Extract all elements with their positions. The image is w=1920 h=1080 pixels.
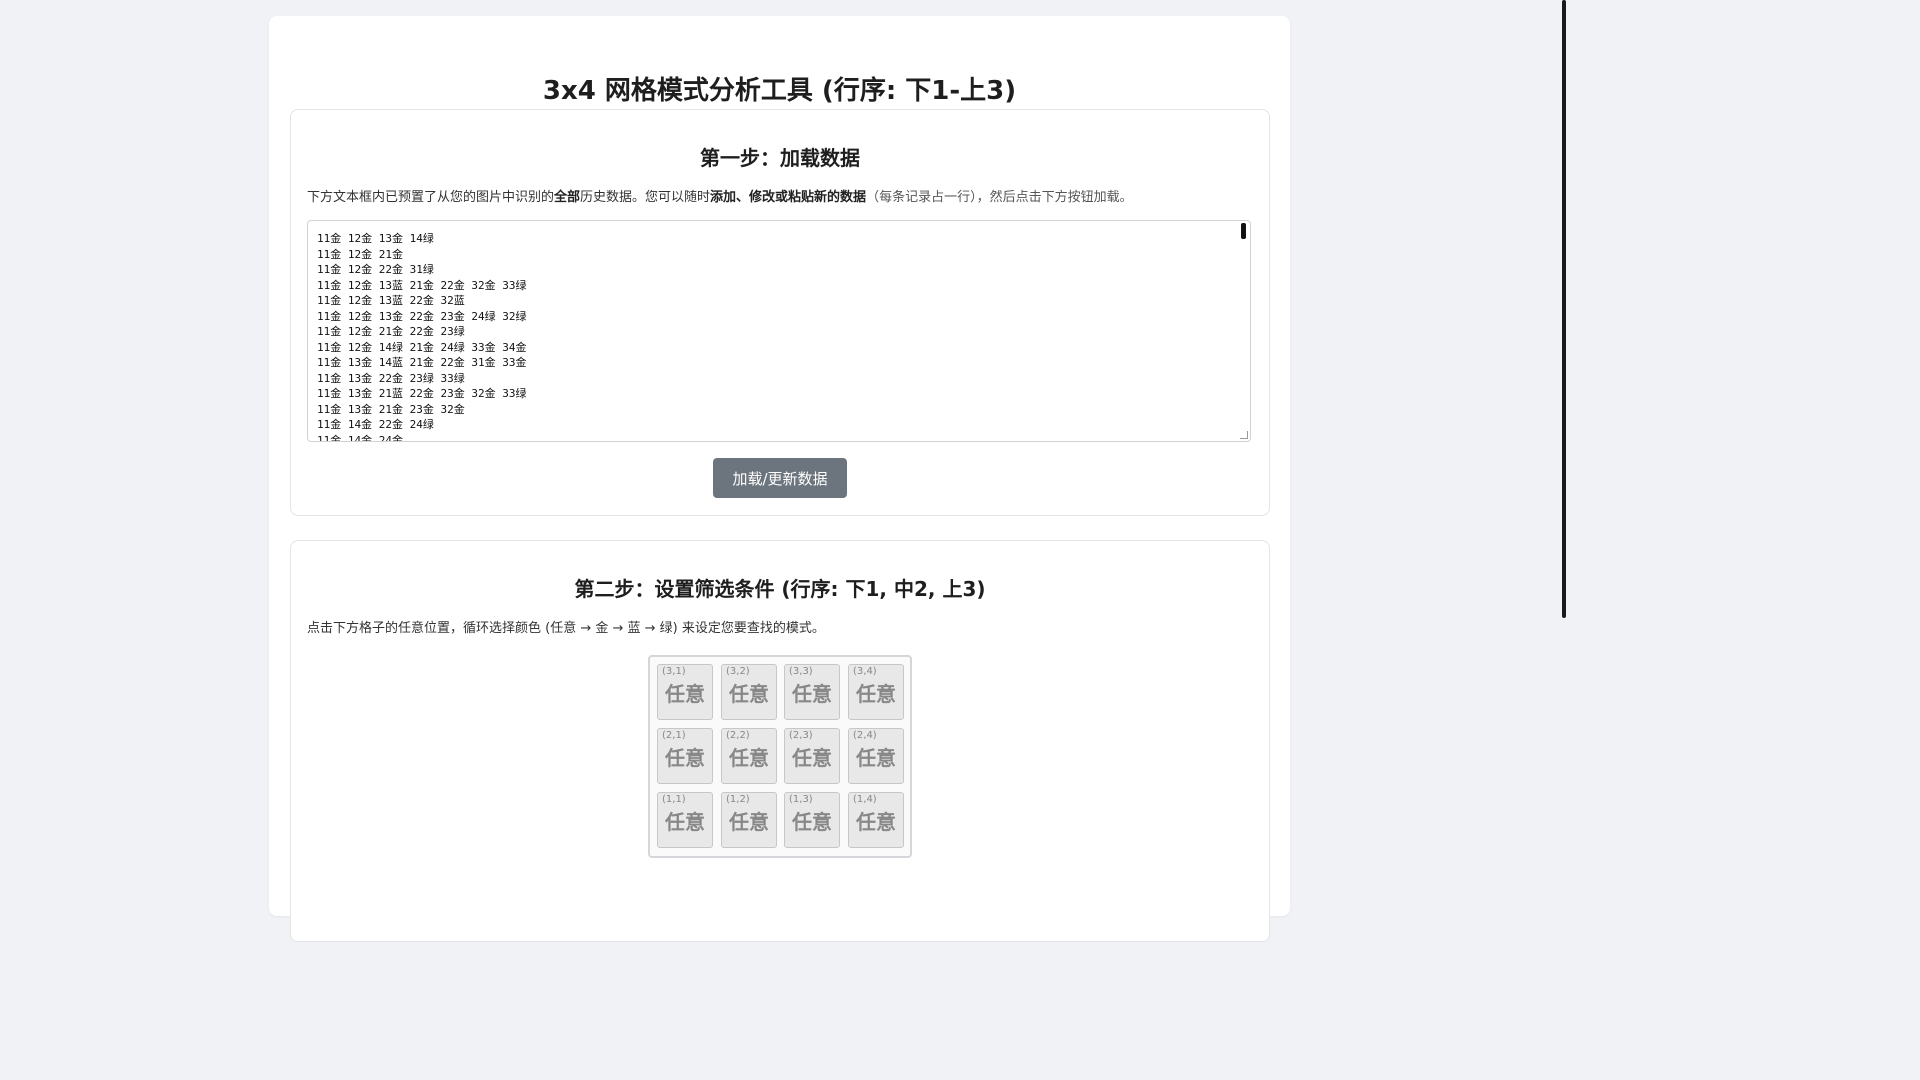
cell-value: 任意: [792, 746, 832, 770]
pattern-grid: (3,1) 任意 (3,2) 任意 (3,3) 任意 (3,4) 任意 (2,1) 任意 …: [648, 655, 912, 858]
cell-coord: (1,4): [853, 794, 877, 805]
load-data-button[interactable]: 加载/更新数据: [713, 458, 847, 498]
cell-value: 任意: [665, 682, 705, 706]
textarea-resize-handle[interactable]: [1240, 431, 1248, 439]
cell-value: 任意: [729, 682, 769, 706]
cell-coord: (3,2): [726, 666, 750, 677]
cell-value: 任意: [856, 682, 896, 706]
cell-coord: (2,2): [726, 730, 750, 741]
grid-cell-3-4[interactable]: (3,4) 任意: [848, 664, 904, 720]
cell-value: 任意: [792, 682, 832, 706]
grid-cell-2-4[interactable]: (2,4) 任意: [848, 728, 904, 784]
cell-coord: (2,3): [789, 730, 813, 741]
cell-coord: (1,1): [662, 794, 686, 805]
cell-coord: (2,1): [662, 730, 686, 741]
cell-coord: (1,3): [789, 794, 813, 805]
cell-coord: (3,4): [853, 666, 877, 677]
step1-desc-text-2: 历史数据。您可以随时: [580, 190, 711, 205]
cell-coord: (3,1): [662, 666, 686, 677]
cell-value: 任意: [729, 810, 769, 834]
step1-description: 下方文本框内已预置了从您的图片中识别的全部历史数据。您可以随时添加、修改或粘贴新…: [307, 188, 1253, 208]
grid-cell-2-2[interactable]: (2,2) 任意: [721, 728, 777, 784]
step2-title: 第二步：设置筛选条件 (行序: 下1, 中2, 上3): [574, 577, 986, 601]
main-container: 3x4 网格模式分析工具 (行序: 下1-上3) 第一步：加载数据 下方文本框内…: [269, 16, 1290, 942]
cell-coord: (3,3): [789, 666, 813, 677]
cell-coord: (1,2): [726, 794, 750, 805]
step1-title: 第一步：加载数据: [700, 146, 860, 170]
data-textarea-content[interactable]: 11金 12金 13金 14绿 11金 12金 21金 11金 12金 22金 …: [308, 221, 1250, 441]
page-scrollbar-thumb[interactable]: [1562, 0, 1566, 618]
textarea-scrollbar-thumb[interactable]: [1241, 223, 1246, 239]
grid-cell-2-1[interactable]: (2,1) 任意: [657, 728, 713, 784]
step1-desc-bold-2: 添加、修改或粘贴新的数据: [710, 190, 867, 205]
page-title: 3x4 网格模式分析工具 (行序: 下1-上3): [542, 76, 1017, 106]
step2-description: 点击下方格子的任意位置，循环选择颜色 (任意 → 金 → 蓝 → 绿) 来设定您…: [307, 621, 825, 636]
grid-cell-1-1[interactable]: (1,1) 任意: [657, 792, 713, 848]
grid-cell-1-4[interactable]: (1,4) 任意: [848, 792, 904, 848]
step2-section: 第二步：设置筛选条件 (行序: 下1, 中2, 上3) 点击下方格子的任意位置，…: [290, 540, 1270, 942]
grid-cell-3-1[interactable]: (3,1) 任意: [657, 664, 713, 720]
data-textarea[interactable]: 11金 12金 13金 14绿 11金 12金 21金 11金 12金 22金 …: [307, 220, 1251, 442]
grid-cell-3-3[interactable]: (3,3) 任意: [784, 664, 840, 720]
grid-cell-3-2[interactable]: (3,2) 任意: [721, 664, 777, 720]
cell-value: 任意: [665, 810, 705, 834]
step1-section: 第一步：加载数据 下方文本框内已预置了从您的图片中识别的全部历史数据。您可以随时…: [290, 109, 1270, 516]
step1-desc-text-3: （每条记录占一行），然后点击下方按钮加载。: [866, 190, 1133, 205]
grid-cell-1-2[interactable]: (1,2) 任意: [721, 792, 777, 848]
cell-coord: (2,4): [853, 730, 877, 741]
cell-value: 任意: [792, 810, 832, 834]
page-scrollbar[interactable]: [1560, 0, 1568, 882]
grid-cell-1-3[interactable]: (1,3) 任意: [784, 792, 840, 848]
step1-desc-bold-1: 全部: [554, 190, 581, 205]
cell-value: 任意: [856, 746, 896, 770]
cell-value: 任意: [856, 810, 896, 834]
step1-desc-text-1: 下方文本框内已预置了从您的图片中识别的: [307, 190, 555, 205]
grid-cell-2-3[interactable]: (2,3) 任意: [784, 728, 840, 784]
cell-value: 任意: [729, 746, 769, 770]
cell-value: 任意: [665, 746, 705, 770]
